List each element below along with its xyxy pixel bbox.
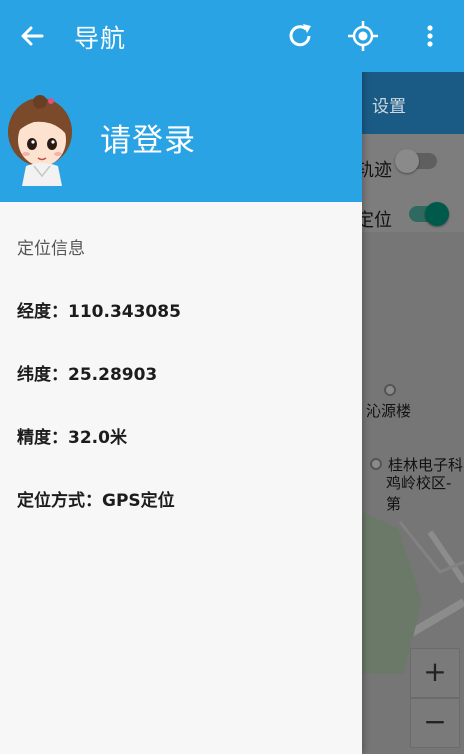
poi-dot [370,458,382,470]
page-title: 导航 [74,24,127,53]
app-toolbar: 导航 [0,0,464,72]
avatar[interactable] [4,94,76,186]
switch-knob [395,149,419,173]
latitude-text: 纬度：25.28903 [17,365,158,385]
zoom-in-button[interactable]: + [410,648,460,698]
settings-label: 设置 [372,97,406,117]
location-method-text: 定位方式：GPS定位 [17,491,175,511]
poi-qinyuan[interactable]: 沁源楼 [366,400,411,421]
zoom-out-label: − [423,705,447,738]
login-prompt[interactable]: 请登录 [100,115,196,160]
accuracy-text: 精度：32.0米 [17,428,127,448]
more-options-button[interactable] [418,20,442,52]
track-switch[interactable] [395,149,437,173]
my-location-button[interactable] [346,19,380,53]
arrow-left-icon [21,26,44,46]
refresh-icon [289,24,311,47]
zoom-out-button[interactable]: − [410,698,460,748]
poi-guidian-line2[interactable]: 鸡岭校区-第 [386,472,464,514]
more-vert-icon [427,25,433,47]
switch-knob [425,202,449,226]
navigation-drawer: 请登录 定位信息 经度：110.343085 纬度：25.28903 精度：32… [0,0,362,754]
location-info-title: 定位信息 [17,239,85,259]
longitude-text: 经度：110.343085 [17,302,181,322]
my-location-icon [348,21,378,51]
locate-switch[interactable] [409,202,449,226]
refresh-button[interactable] [284,20,316,52]
zoom-in-label: + [423,655,447,688]
back-button[interactable] [16,20,48,52]
poi-dot [384,384,396,396]
